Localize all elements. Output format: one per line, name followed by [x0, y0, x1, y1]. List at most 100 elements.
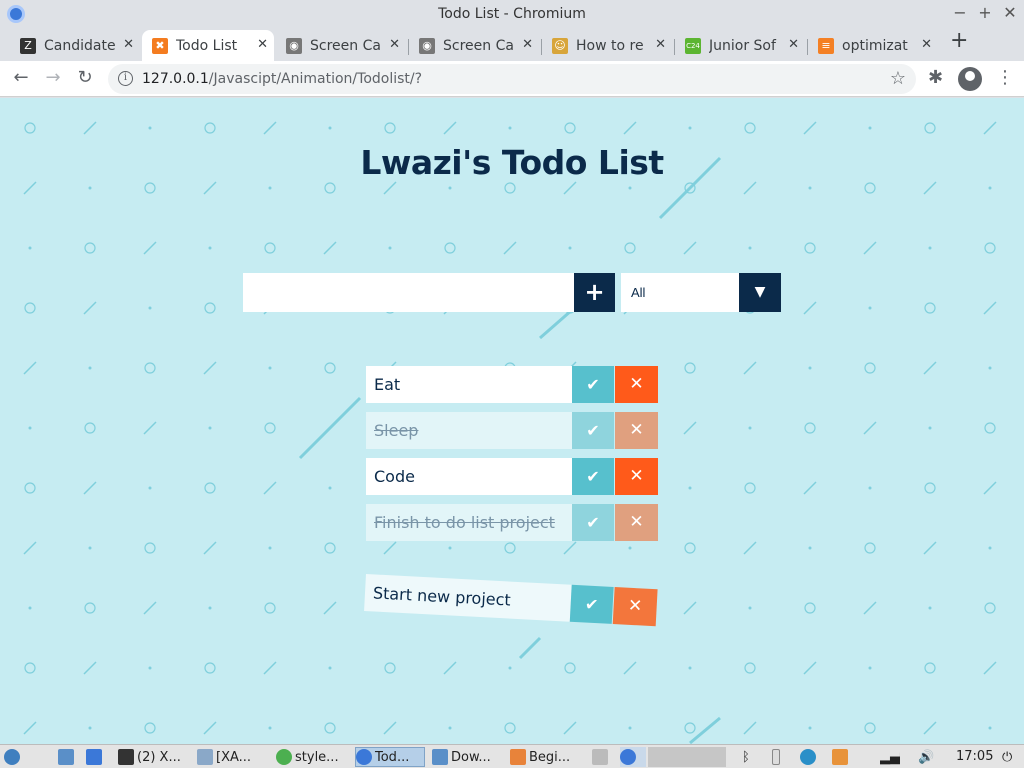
- title-bar: Todo List - Chromium − + ✕: [0, 0, 1024, 28]
- tab-label: optimizat: [842, 37, 908, 54]
- close-icon[interactable]: ✕: [257, 37, 268, 52]
- close-icon[interactable]: ✕: [123, 37, 134, 52]
- page-content: Lwazi's Todo List + All ▼ Eat ✔ ✕ Sleep …: [0, 98, 1024, 744]
- tab-optimization[interactable]: ≡ optimizat ✕: [808, 30, 938, 61]
- complete-button[interactable]: ✔: [572, 412, 614, 449]
- close-icon[interactable]: ✕: [788, 37, 799, 52]
- todo-text: Finish to do list project: [374, 513, 555, 532]
- window-icon[interactable]: [592, 747, 614, 767]
- taskbar-item-style[interactable]: style...: [276, 747, 352, 767]
- back-icon[interactable]: ←: [10, 67, 32, 88]
- tab-label: How to re: [576, 37, 644, 54]
- tab-junior-software[interactable]: C24 Junior Sof ✕: [675, 30, 805, 61]
- file-manager-icon[interactable]: [58, 747, 82, 767]
- address-bar[interactable]: i 127.0.0.1/Javascipt/Animation/Todolist…: [108, 64, 916, 94]
- todo-box: Finish to do list project: [366, 504, 572, 541]
- todo-text: Eat: [374, 375, 401, 394]
- delete-button[interactable]: ✕: [612, 587, 658, 627]
- tab-label: Junior Sof: [709, 37, 776, 54]
- complete-button[interactable]: ✔: [572, 458, 614, 495]
- avatar-icon: ☺: [552, 37, 568, 54]
- close-icon[interactable]: ✕: [522, 37, 533, 52]
- todo-input[interactable]: [243, 273, 574, 312]
- bookmark-star-icon[interactable]: ☆: [890, 68, 906, 89]
- url-path: /Javascipt/Animation/Todolist/?: [208, 71, 423, 87]
- add-todo-button[interactable]: +: [574, 273, 615, 312]
- tab-label: Candidate: [44, 37, 116, 54]
- delete-button[interactable]: ✕: [615, 458, 658, 495]
- tab-strip: Z Candidate ✕ ✖ Todo List ✕ ◉ Screen Ca …: [0, 28, 1024, 61]
- tab-screen-capture-2[interactable]: ◉ Screen Ca ✕: [409, 30, 539, 61]
- clock: 17:05: [956, 749, 994, 764]
- taskbar-item-beginner[interactable]: Begi...: [510, 747, 582, 767]
- new-tab-button[interactable]: +: [950, 28, 968, 53]
- complete-button[interactable]: ✔: [572, 366, 614, 403]
- camera-icon: ◉: [419, 37, 435, 54]
- tab-label: Todo List: [176, 37, 238, 54]
- tab-label: Screen Ca: [310, 37, 381, 54]
- todo-box: Sleep: [366, 412, 572, 449]
- delete-button[interactable]: ✕: [615, 412, 658, 449]
- todo-text: Start new project: [372, 583, 512, 610]
- stackoverflow-icon: ≡: [818, 37, 834, 54]
- taskbar-label: style...: [295, 749, 339, 765]
- reload-icon[interactable]: ↻: [74, 67, 96, 88]
- browser-launcher-icon[interactable]: [86, 747, 110, 767]
- tab-how-to[interactable]: ☺ How to re ✕: [542, 30, 672, 61]
- volume-icon[interactable]: 🔊: [918, 747, 942, 767]
- close-icon[interactable]: ✕: [921, 37, 932, 52]
- profile-icon[interactable]: [958, 67, 982, 91]
- forward-icon[interactable]: →: [42, 67, 64, 88]
- filter-select[interactable]: All ▼: [621, 273, 781, 312]
- complete-button[interactable]: ✔: [572, 504, 614, 541]
- maximize-button[interactable]: +: [975, 3, 995, 22]
- taskbar-item-xampp[interactable]: [XA...: [197, 747, 273, 767]
- power-icon[interactable]: ⏻: [1002, 747, 1022, 767]
- todo-text: Code: [374, 467, 415, 486]
- taskbar-item-todo[interactable]: Tod...: [355, 747, 425, 767]
- c24-icon: C24: [685, 37, 701, 54]
- tab-label: Screen Ca: [443, 37, 514, 54]
- close-window-button[interactable]: ✕: [1000, 3, 1020, 22]
- todo-item: Code ✔ ✕: [366, 458, 658, 495]
- info-icon[interactable]: i: [118, 71, 133, 86]
- workspace-switcher[interactable]: [648, 747, 726, 767]
- delete-button[interactable]: ✕: [615, 366, 658, 403]
- network-manager-icon[interactable]: [800, 747, 820, 767]
- todo-box: Code: [366, 458, 572, 495]
- delete-button[interactable]: ✕: [615, 504, 658, 541]
- camera-icon: ◉: [286, 37, 302, 54]
- taskbar-item-downloads[interactable]: Dow...: [432, 747, 504, 767]
- todo-box: Eat: [366, 366, 572, 403]
- taskbar-label: Begi...: [529, 749, 571, 765]
- close-icon[interactable]: ✕: [389, 37, 400, 52]
- taskbar-label: [XA...: [216, 749, 252, 765]
- xampp-icon: ✖: [152, 37, 168, 54]
- chromium-icon[interactable]: [620, 747, 646, 767]
- chevron-down-icon[interactable]: ▼: [739, 273, 781, 312]
- package-icon[interactable]: [832, 747, 856, 767]
- taskbar-label: Tod...: [375, 749, 410, 765]
- url-host: 127.0.0.1: [142, 71, 209, 87]
- tab-todo-list[interactable]: ✖ Todo List ✕: [142, 30, 274, 61]
- taskbar: (2) X... [XA... style... Tod... Dow... B…: [0, 744, 1024, 768]
- start-menu-icon[interactable]: [4, 747, 40, 767]
- todo-item: Eat ✔ ✕: [366, 366, 658, 403]
- menu-icon[interactable]: ⋮: [996, 67, 1014, 88]
- todo-item: Sleep ✔ ✕: [366, 412, 658, 449]
- z-icon: Z: [20, 37, 36, 54]
- filter-value: All: [631, 285, 646, 300]
- taskbar-label: Dow...: [451, 749, 491, 765]
- taskbar-item-terminal[interactable]: (2) X...: [118, 747, 194, 767]
- tab-screen-capture-1[interactable]: ◉ Screen Ca ✕: [276, 30, 406, 61]
- tab-candidate[interactable]: Z Candidate ✕: [10, 30, 140, 61]
- extensions-icon[interactable]: ✱: [928, 67, 943, 88]
- browser-toolbar: ← → ↻ i 127.0.0.1/Javascipt/Animation/To…: [0, 61, 1024, 97]
- signal-icon: ▂▄▆: [880, 749, 900, 765]
- complete-button[interactable]: ✔: [569, 584, 614, 624]
- url-text[interactable]: 127.0.0.1/Javascipt/Animation/Todolist/?: [142, 71, 422, 87]
- minimize-button[interactable]: −: [950, 3, 970, 22]
- close-icon[interactable]: ✕: [655, 37, 666, 52]
- bluetooth-icon[interactable]: ᛒ: [742, 747, 758, 767]
- window-title: Todo List - Chromium: [438, 6, 586, 22]
